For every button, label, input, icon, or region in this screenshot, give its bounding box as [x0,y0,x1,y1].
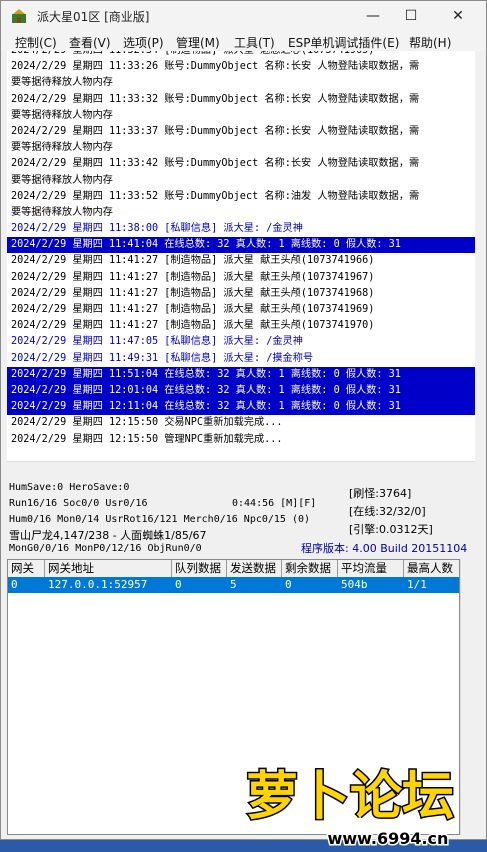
log-line: 2024/2/29 星期四 11:41:27 [制造物品] 派大星 献王头颅(1… [11,287,375,299]
menu-esp-plugin[interactable]: ESP单机调试插件(E) [288,34,399,51]
col-gateway-address[interactable]: 网关地址 [45,560,172,577]
menu-options[interactable]: 选项(P) [123,34,164,51]
close-button[interactable]: ✕ [435,1,481,31]
app-icon [12,9,26,23]
log-line: 2024/2/29 星期四 11:33:42 账号:DummyObject 名称… [11,158,420,170]
maximize-button[interactable]: ☐ [388,1,434,31]
log-line: 2024/2/29 星期四 11:47:05 [私聊信息] 派大星: /金灵神 [11,336,303,348]
cell-remaining-data: 0 [285,578,292,591]
status-run: Run16/16 Soc0/0 Usr0/16 [9,498,148,509]
status-hum: Hum0/16 Mon0/14 UsrRot16/121 Merch0/16 N… [9,514,311,525]
status-humsave: HumSave:0 HeroSave:0 [9,482,130,493]
log-line: 2024/2/29 星期四 12:15:50 交易NPC重新加载完成... [11,417,283,429]
forum-watermark-logo: 萝卜论坛 www.6994.cn [245,766,456,850]
log-line: 2024/2/29 星期四 11:41:27 [制造物品] 派大星 献王头颅(1… [11,271,375,283]
status-engine: [引擎:0.0312天] [349,523,433,536]
log-line: 要等据待释放人物内存 [11,174,113,186]
col-queue-data[interactable]: 队列数据 [172,560,227,577]
window-title: 派大星01区 [商业版] [37,10,150,24]
log-line: 2024/2/29 星期四 11:41:04 在线总数: 32 真人数: 1 离… [7,237,475,254]
menu-help[interactable]: 帮助(H) [409,34,451,51]
log-line: 2024/2/29 星期四 11:49:31 [私聊信息] 派大星: /摸金称号 [11,352,314,364]
cell-gateway: 0 [11,578,18,591]
title-bar[interactable]: 派大星01区 [商业版] — ☐ ✕ [1,1,486,31]
log-line: 2024/2/29 星期四 11:32:34 [制造物品] 派大星 魅惑之心(1… [7,51,475,59]
status-panel: HumSave:0 HeroSave:0 Run16/16 Soc0/0 Usr… [1,479,486,559]
col-remaining-data[interactable]: 剩余数据 [282,560,338,577]
log-line: 2024/2/29 星期四 11:33:32 账号:DummyObject 名称… [11,93,420,105]
log-line: 2024/2/29 星期四 12:15:50 管理NPC重新加载完成... [11,433,283,445]
menu-control[interactable]: 控制(C) [15,34,57,51]
status-time: 0:44:56 [M][F] [232,498,317,509]
log-line: 2024/2/29 星期四 11:33:52 账号:DummyObject 名称… [11,190,420,202]
gateway-table-header: 网关 网关地址 队列数据 发送数据 剩余数据 平均流量 最高人数 [8,560,461,578]
status-online: [在线:32/32/0] [349,505,426,518]
status-refresh: [刷怪:3764] [349,487,412,500]
table-row[interactable]: 0 127.0.0.1:52957 0 5 0 504b 1/1 [8,577,459,593]
col-sent-data[interactable]: 发送数据 [227,560,282,577]
cell-sent-data: 5 [230,578,237,591]
log-line: 2024/2/29 星期四 11:33:37 账号:DummyObject 名称… [11,125,420,137]
log-line: 要等据待释放人物内存 [11,109,113,121]
col-avg-traffic[interactable]: 平均流量 [338,560,404,577]
watermark-brand: 萝卜论坛 [246,767,454,827]
log-line: 要等据待释放人物内存 [11,77,113,89]
menu-view[interactable]: 查看(V) [69,34,111,51]
status-map: 雪山尸龙4,147/238 - 人面蜘蛛1/85/67 [9,529,207,542]
cell-gateway-address: 127.0.0.1:52957 [48,578,148,591]
menu-bar: 控制(C) 查看(V) 选项(P) 管理(M) 工具(T) ESP单机调试插件(… [1,31,486,51]
cell-queue-data: 0 [175,578,182,591]
menu-tools[interactable]: 工具(T) [234,34,275,51]
log-line: 2024/2/29 星期四 11:33:26 账号:DummyObject 名称… [11,61,420,73]
watermark-url: www.6994.cn [328,829,449,848]
status-mon: MonG0/0/16 MonP0/12/16 ObjRun0/0 [9,543,202,554]
menu-manage[interactable]: 管理(M) [176,34,220,51]
log-line: 2024/2/29 星期四 12:11:04 在线总数: 32 真人数: 1 离… [7,399,475,416]
log-lines: 2024/2/29 星期四 11:32:34 [制造物品] 派大星 魅惑之心(1… [7,51,475,448]
cell-max-users: 1/1 [407,578,427,591]
log-panel[interactable]: 2024/2/29 星期四 11:32:34 [制造物品] 派大星 魅惑之心(1… [7,51,475,461]
log-horizontal-scrollbar[interactable] [7,461,475,476]
status-version: 程序版本: 4.00 Build 20151104 [301,542,468,555]
log-line: 2024/2/29 星期四 11:38:00 [私聊信息] 派大星: /金灵神 [11,223,303,235]
cell-avg-traffic: 504b [341,578,368,591]
log-line: 2024/2/29 星期四 11:41:27 [制造物品] 派大星 献王头颅(1… [11,320,375,332]
col-max-users[interactable]: 最高人数 [404,560,461,577]
server-window: 派大星01区 [商业版] — ☐ ✕ 控制(C) 查看(V) 选项(P) 管理(… [0,0,487,840]
log-line: 要等据待释放人物内存 [11,206,113,218]
log-line: 要等据待释放人物内存 [11,142,113,154]
log-line: 2024/2/29 星期四 11:41:27 [制造物品] 派大星 献王头颅(1… [11,304,375,315]
log-line: 2024/2/29 星期四 11:41:27 [制造物品] 派大星 献王头颅(1… [11,255,375,267]
col-gateway[interactable]: 网关 [8,560,45,577]
log-line: 2024/2/29 星期四 12:01:04 在线总数: 32 真人数: 1 离… [7,382,475,400]
log-line: 2024/2/29 星期四 11:51:04 在线总数: 32 真人数: 1 离… [7,366,475,383]
